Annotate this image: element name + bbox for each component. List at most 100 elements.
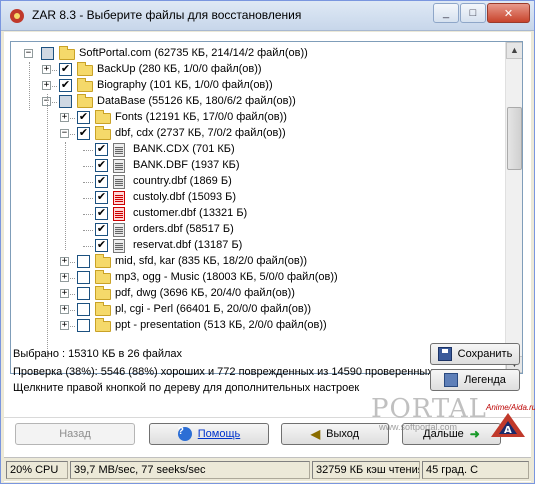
row-checkbox[interactable]: ✔ — [95, 207, 108, 220]
tree-row[interactable]: + ppt - presentation (513 КБ, 2/0/0 файл(… — [11, 318, 505, 334]
next-button[interactable]: Дальше ➜ — [402, 423, 501, 445]
scroll-up-button[interactable]: ▲ — [506, 42, 522, 59]
tree-row[interactable]: ✔ BANK.DBF (1937 КБ) — [11, 158, 505, 174]
folder-icon — [95, 110, 111, 124]
file-tree[interactable]: − SoftPortal.com (62735 КБ, 214/14/2 файл… — [10, 41, 523, 374]
tree-row[interactable]: + ✔ Biography (101 КБ, 1/0/0 файл(ов)) — [11, 78, 505, 94]
tree-guide-line — [65, 142, 66, 250]
row-checkbox[interactable]: ✔ — [95, 159, 108, 172]
row-checkbox[interactable] — [77, 255, 90, 268]
row-checkbox[interactable] — [59, 95, 72, 108]
exit-button[interactable]: ◀ Выход — [281, 423, 389, 445]
row-checkbox[interactable] — [77, 319, 90, 332]
expand-icon[interactable]: + — [42, 81, 51, 90]
tree-hint: Щелкните правой кнопкой по дереву для до… — [13, 382, 360, 394]
expand-icon[interactable]: + — [60, 321, 69, 330]
tree-row-label: dbf, cdx (2737 КБ, 7/0/2 файл(ов)) — [115, 127, 286, 139]
folder-icon — [95, 302, 111, 316]
row-checkbox[interactable] — [77, 287, 90, 300]
folder-icon — [95, 286, 111, 300]
collapse-icon[interactable]: − — [24, 49, 33, 58]
tree-row[interactable]: ✔ customer.dbf (13321 Б) — [11, 206, 505, 222]
back-button[interactable]: Назад — [15, 423, 135, 445]
app-icon — [10, 9, 24, 23]
tree-connector — [83, 246, 93, 247]
floppy-disk-icon — [437, 347, 452, 361]
arrow-right-icon: ➜ — [469, 427, 480, 441]
tree-row[interactable]: + mp3, ogg - Music (18003 КБ, 5/0/0 файл(… — [11, 270, 505, 286]
folder-icon — [95, 126, 111, 140]
folder-icon — [95, 318, 111, 332]
expand-icon[interactable]: + — [60, 305, 69, 314]
minimize-button[interactable]: _ — [433, 3, 459, 23]
collapse-icon[interactable]: − — [60, 129, 69, 138]
folder-icon — [59, 46, 75, 60]
legend-button[interactable]: Легенда — [430, 369, 520, 391]
close-button[interactable]: ✕ — [487, 3, 530, 23]
tree-row-label: pl, cgi - Perl (66401 Б, 20/0/0 файл(ов)… — [115, 303, 312, 315]
row-checkbox[interactable] — [77, 271, 90, 284]
tree-guide-line — [47, 94, 48, 359]
tree-row-label: pdf, dwg (3696 КБ, 20/4/0 файл(ов)) — [115, 287, 295, 299]
tree-row-label: DataBase (55126 КБ, 180/6/2 файл(ов)) — [97, 95, 296, 107]
tree-row[interactable]: ✔ BANK.CDX (701 КБ) — [11, 142, 505, 158]
tree-row[interactable]: − ✔ dbf, cdx (2737 КБ, 7/0/2 файл(ов)) — [11, 126, 505, 142]
row-checkbox[interactable]: ✔ — [77, 127, 90, 140]
tree-row[interactable]: + pdf, dwg (3696 КБ, 20/4/0 файл(ов)) — [11, 286, 505, 302]
tree-row[interactable]: + ✔ Fonts (12191 КБ, 17/0/0 файл(ов)) — [11, 110, 505, 126]
help-button[interactable]: ? Помощь — [149, 423, 269, 445]
row-checkbox[interactable]: ✔ — [95, 143, 108, 156]
folder-icon — [95, 254, 111, 268]
tree-vertical-scrollbar[interactable]: ▲ ▼ — [505, 42, 522, 373]
selected-summary: Выбрано : 15310 КБ в 26 файлах — [13, 348, 183, 360]
folder-icon — [77, 62, 93, 76]
tree-connector — [83, 182, 93, 183]
tree-row[interactable]: − SoftPortal.com (62735 КБ, 214/14/2 файл… — [11, 46, 505, 62]
temperature-status: 45 град. С — [422, 461, 529, 479]
expand-icon[interactable]: + — [60, 257, 69, 266]
row-checkbox[interactable] — [41, 47, 54, 60]
tree-row[interactable]: ✔ orders.dbf (58517 Б) — [11, 222, 505, 238]
tree-row[interactable]: + pl, cgi - Perl (66401 Б, 20/0/0 файл(ов… — [11, 302, 505, 318]
row-checkbox[interactable]: ✔ — [95, 191, 108, 204]
expand-icon[interactable]: + — [42, 65, 51, 74]
tree-row[interactable]: ✔ custoly.dbf (15093 Б) — [11, 190, 505, 206]
tree-row-label: reservat.dbf (13187 Б) — [133, 239, 243, 251]
file-icon — [113, 239, 125, 253]
tree-row-label: country.dbf (1869 Б) — [133, 175, 232, 187]
help-button-label: Помощь — [197, 428, 241, 440]
tree-row[interactable]: − DataBase (55126 КБ, 180/6/2 файл(ов)) — [11, 94, 505, 110]
tree-row-label: ppt - presentation (513 КБ, 2/0/0 файл(о… — [115, 319, 327, 331]
row-checkbox[interactable]: ✔ — [95, 223, 108, 236]
tree-row[interactable]: + mid, sfd, kar (835 КБ, 18/2/0 файл(ов)) — [11, 254, 505, 270]
row-checkbox[interactable]: ✔ — [95, 175, 108, 188]
client-area: − SoftPortal.com (62735 КБ, 214/14/2 файл… — [4, 32, 531, 482]
tree-row-label: BANK.CDX (701 КБ) — [133, 143, 235, 155]
tree-row[interactable]: + ✔ BackUp (280 КБ, 1/0/0 файл(ов)) — [11, 62, 505, 78]
folder-icon — [77, 94, 93, 108]
tree-row[interactable]: ✔ country.dbf (1869 Б) — [11, 174, 505, 190]
row-checkbox[interactable]: ✔ — [77, 111, 90, 124]
tree-connector — [83, 166, 93, 167]
help-icon: ? — [177, 427, 192, 441]
tree-row-label: custoly.dbf (15093 Б) — [133, 191, 237, 203]
file-icon — [113, 223, 125, 237]
tree-row-label: Fonts (12191 КБ, 17/0/0 файл(ов)) — [115, 111, 287, 123]
tree-row[interactable]: ✔ reservat.dbf (13187 Б) — [11, 238, 505, 254]
damaged-file-icon — [113, 191, 125, 205]
row-checkbox[interactable] — [77, 303, 90, 316]
expand-icon[interactable]: + — [60, 273, 69, 282]
scroll-thumb[interactable] — [507, 107, 522, 170]
title-bar[interactable]: ZAR 8.3 - Выберите файлы для восстановле… — [1, 1, 534, 31]
expand-icon[interactable]: + — [60, 113, 69, 122]
expand-icon[interactable]: + — [60, 289, 69, 298]
maximize-button[interactable]: □ — [460, 3, 486, 23]
tree-connector — [83, 150, 93, 151]
row-checkbox[interactable]: ✔ — [59, 79, 72, 92]
row-checkbox[interactable]: ✔ — [59, 63, 72, 76]
damaged-file-icon — [113, 207, 125, 221]
row-checkbox[interactable]: ✔ — [95, 239, 108, 252]
tree-connector — [83, 198, 93, 199]
save-button[interactable]: Сохранить — [430, 343, 520, 365]
check-progress: Проверка (38%): 5546 (88%) хороших и 772… — [13, 366, 433, 378]
